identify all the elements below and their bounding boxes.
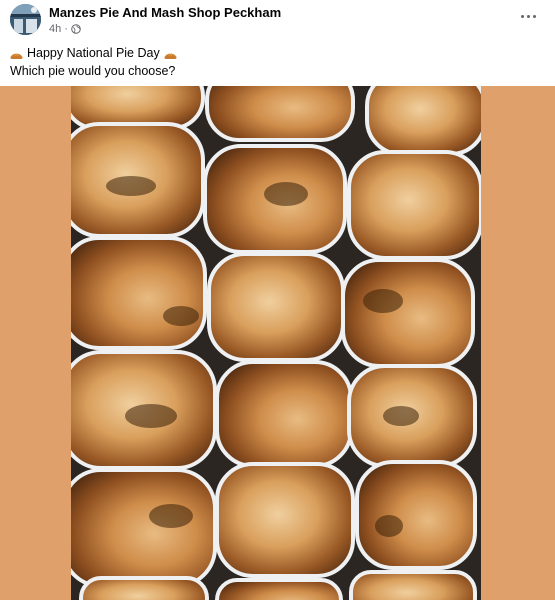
post-meta: 4h · (49, 23, 81, 35)
page-name[interactable]: Manzes Pie And Mash Shop Peckham (49, 5, 281, 20)
post-text-line-1: Happy National Pie Day (10, 44, 177, 62)
post-time[interactable]: 4h (49, 23, 61, 35)
pie-emoji-icon (164, 48, 177, 59)
post-text-first: Happy National Pie Day (27, 46, 160, 60)
post-photo[interactable] (71, 86, 481, 600)
post-header: Manzes Pie And Mash Shop Peckham 4h · (0, 0, 555, 42)
meta-separator: · (64, 23, 68, 35)
post-text-second: Which pie would you choose? (10, 64, 176, 78)
post-text-line-2: Which pie would you choose? (10, 62, 177, 80)
more-dot (526, 14, 530, 18)
photo-area (0, 86, 555, 600)
avatar[interactable] (10, 4, 41, 35)
post-text: Happy National Pie Day Which pie would y… (10, 44, 177, 80)
pie-emoji-icon (10, 48, 23, 59)
more-options-icon (520, 14, 524, 18)
more-options-button[interactable] (515, 6, 541, 26)
globe-icon[interactable] (71, 24, 81, 34)
more-dot (532, 14, 536, 18)
